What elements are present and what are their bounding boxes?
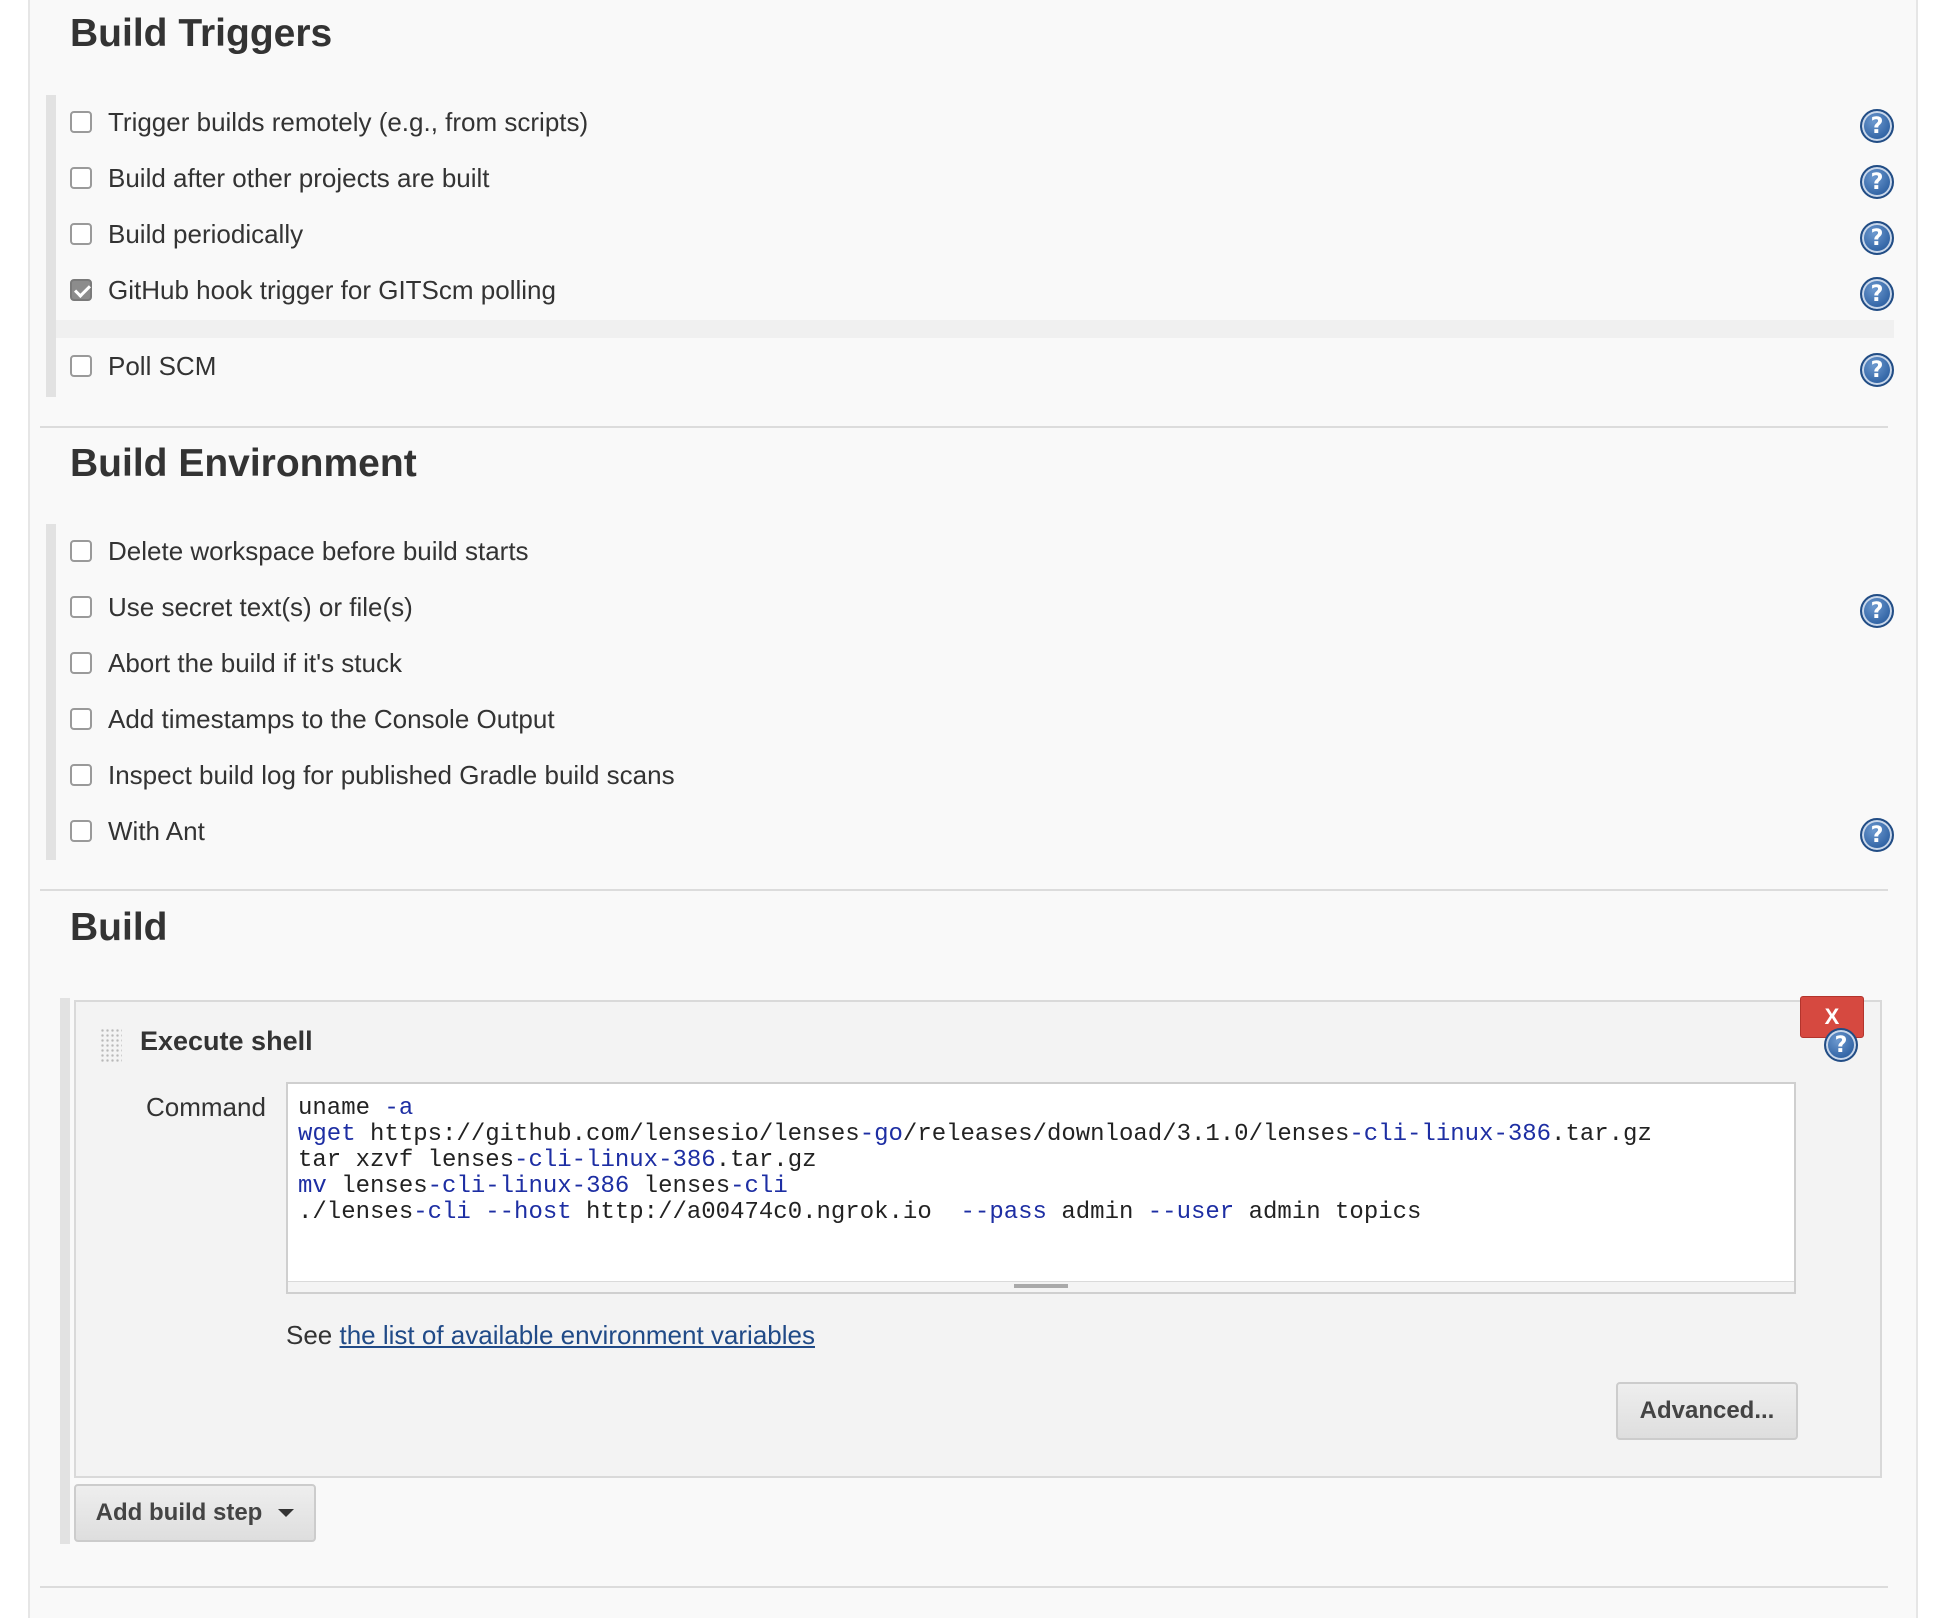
section-divider (40, 426, 1888, 428)
build-triggers-title: Build Triggers (70, 12, 333, 55)
build-periodically-option[interactable]: Build periodically (70, 214, 303, 254)
row-hover-band (56, 320, 1894, 338)
help-icon[interactable]: ? (1860, 818, 1894, 852)
with-ant-option[interactable]: With Ant (70, 811, 205, 851)
add-timestamps-checkbox[interactable] (70, 708, 92, 730)
command-line[interactable]: wget https://github.com/lensesio/lenses-… (298, 1122, 1784, 1148)
build-triggers-group (46, 95, 56, 397)
delete-workspace-option[interactable]: Delete workspace before build starts (70, 531, 529, 571)
trigger-remote-option[interactable]: Trigger builds remotely (e.g., from scri… (70, 102, 588, 142)
build-periodically-checkbox[interactable] (70, 223, 92, 245)
github-hook-checkbox[interactable] (70, 279, 92, 301)
build-after-other-option[interactable]: Build after other projects are built (70, 158, 490, 198)
gradle-scans-checkbox[interactable] (70, 764, 92, 786)
gradle-scans-option[interactable]: Inspect build log for published Gradle b… (70, 755, 675, 795)
build-after-other-checkbox[interactable] (70, 167, 92, 189)
section-divider (40, 889, 1888, 891)
secret-text-label[interactable]: Use secret text(s) or file(s) (108, 592, 413, 623)
secret-text-checkbox[interactable] (70, 596, 92, 618)
github-hook-option[interactable]: GitHub hook trigger for GITScm polling (70, 270, 556, 310)
command-line[interactable]: ./lenses-cli --host http://a00474c0.ngro… (298, 1200, 1784, 1226)
github-hook-label[interactable]: GitHub hook trigger for GITScm polling (108, 275, 556, 306)
add-build-step-label[interactable]: Add build step (96, 1499, 263, 1527)
gradle-scans-label[interactable]: Inspect build log for published Gradle b… (108, 760, 675, 791)
with-ant-checkbox[interactable] (70, 820, 92, 842)
execute-shell-step: Execute shell X Command uname -a wget ht… (74, 996, 1882, 1478)
help-icon[interactable]: ? (1860, 594, 1894, 628)
abort-stuck-label[interactable]: Abort the build if it's stuck (108, 648, 402, 679)
abort-stuck-option[interactable]: Abort the build if it's stuck (70, 643, 402, 683)
delete-workspace-label[interactable]: Delete workspace before build starts (108, 536, 529, 567)
section-divider (40, 1586, 1888, 1588)
build-after-other-label[interactable]: Build after other projects are built (108, 163, 490, 194)
command-textarea[interactable]: uname -a wget https://github.com/lensesi… (286, 1082, 1796, 1294)
with-ant-label[interactable]: With Ant (108, 816, 205, 847)
add-timestamps-option[interactable]: Add timestamps to the Console Output (70, 699, 555, 739)
advanced-button[interactable]: Advanced... (1616, 1382, 1798, 1440)
delete-workspace-checkbox[interactable] (70, 540, 92, 562)
build-environment-group (46, 524, 56, 860)
dropdown-caret-icon[interactable] (278, 1509, 295, 1517)
poll-scm-option[interactable]: Poll SCM (70, 346, 216, 386)
secret-text-option[interactable]: Use secret text(s) or file(s) (70, 587, 413, 627)
help-icon[interactable]: ? (1860, 277, 1894, 311)
command-line[interactable]: mv lenses-cli-linux-386 lenses-cli (298, 1174, 1784, 1200)
build-periodically-label[interactable]: Build periodically (108, 219, 303, 250)
help-icon[interactable]: ? (1860, 353, 1894, 387)
execute-shell-title: Execute shell (140, 1026, 313, 1056)
textarea-resize-handle[interactable] (288, 1281, 1794, 1292)
add-timestamps-label[interactable]: Add timestamps to the Console Output (108, 704, 555, 735)
help-icon[interactable]: ? (1860, 221, 1894, 255)
help-icon[interactable]: ? (1860, 109, 1894, 143)
trigger-remote-checkbox[interactable] (70, 111, 92, 133)
poll-scm-label[interactable]: Poll SCM (108, 351, 216, 382)
command-label: Command (146, 1092, 266, 1122)
build-group (60, 998, 70, 1544)
build-title: Build (70, 906, 168, 949)
command-line[interactable]: uname -a (298, 1096, 1784, 1122)
env-vars-link[interactable]: the list of available environment variab… (340, 1320, 815, 1350)
abort-stuck-checkbox[interactable] (70, 652, 92, 674)
help-icon[interactable]: ? (1824, 1028, 1858, 1062)
trigger-remote-label[interactable]: Trigger builds remotely (e.g., from scri… (108, 107, 588, 138)
help-icon[interactable]: ? (1860, 165, 1894, 199)
build-environment-title: Build Environment (70, 442, 417, 485)
command-line[interactable]: tar xzvf lenses-cli-linux-386.tar.gz (298, 1148, 1784, 1174)
resize-grip-icon[interactable] (1014, 1284, 1068, 1288)
env-vars-prefix: See (286, 1320, 340, 1350)
drag-handle-icon[interactable] (100, 1028, 122, 1062)
env-vars-note: See the list of available environment va… (286, 1320, 815, 1351)
add-build-step-button[interactable]: Add build step (74, 1484, 316, 1542)
poll-scm-checkbox[interactable] (70, 355, 92, 377)
